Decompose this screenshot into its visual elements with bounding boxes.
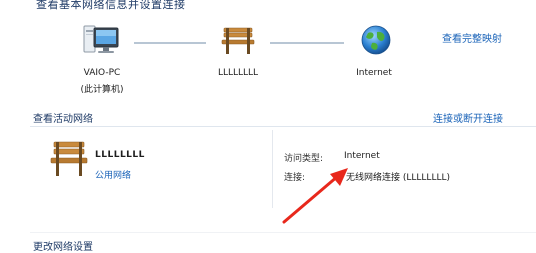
active-network-bench-icon[interactable] [48, 138, 90, 178]
section-divider [30, 126, 536, 127]
left-edge-fade [0, 0, 26, 247]
internet-globe-icon [361, 25, 391, 55]
wireless-connection-link[interactable]: 无线网络连接 (LLLLLLLL) [346, 170, 450, 183]
connect-or-disconnect-link[interactable]: 连接或断开连接 [433, 110, 503, 125]
connector-line-right [270, 42, 344, 44]
internet-label: Internet [356, 68, 392, 78]
computer-name-label: VAIO-PC [83, 68, 121, 78]
connector-line-left [134, 42, 206, 44]
active-network-name: LLLLLLLL [95, 150, 145, 160]
change-settings-title: 更改网络设置 [33, 242, 93, 253]
computer-icon [83, 25, 119, 53]
active-networks-title: 查看活动网络 [33, 114, 93, 125]
see-full-map-link[interactable]: 查看完整映射 [442, 30, 502, 45]
network-category-link[interactable]: 公用网络 [95, 168, 131, 181]
computer-subtitle-label: (此计算机) [80, 85, 124, 95]
network-bench-icon [221, 27, 255, 54]
bottom-section-divider [30, 232, 536, 233]
network-name-label: LLLLLLLL [217, 68, 259, 78]
red-arrow-annotation [282, 168, 348, 224]
page-heading: 查看基本网络信息并设置连接 [36, 0, 186, 11]
vertical-divider [272, 130, 273, 208]
